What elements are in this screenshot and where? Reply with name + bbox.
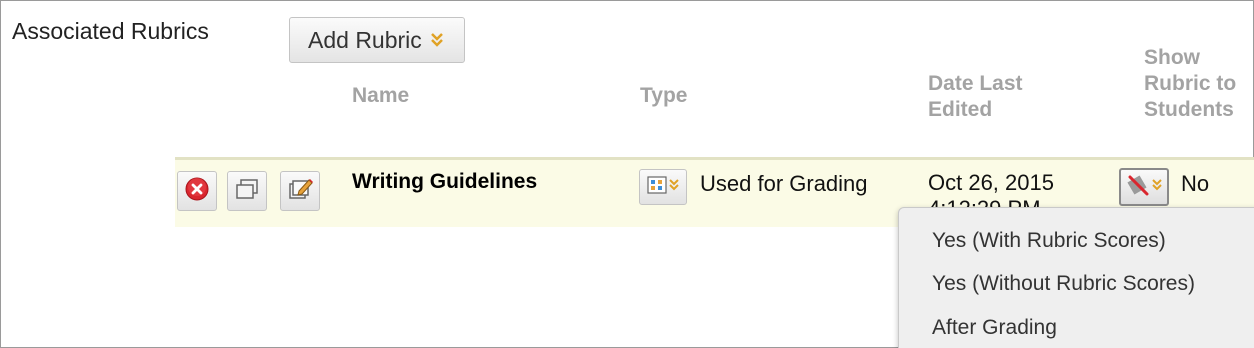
show-rubric-menu-button[interactable]	[1119, 168, 1169, 206]
menu-item-after-grading[interactable]: After Grading	[932, 316, 1057, 340]
type-menu-button[interactable]	[639, 169, 687, 205]
edit-icon	[286, 176, 314, 207]
show-rubric-dropdown: Yes (With Rubric Scores) Yes (Without Ru…	[898, 207, 1254, 348]
column-header-date[interactable]: Date Last Edited	[928, 71, 1068, 123]
edit-button[interactable]	[280, 171, 320, 211]
rubric-type: Used for Grading	[700, 171, 868, 196]
double-chevron-down-icon	[1151, 178, 1162, 197]
rubrics-panel: Associated Rubrics Add Rubric Name Type …	[0, 0, 1254, 348]
column-header-show[interactable]: Show Rubric to Students	[1144, 45, 1254, 123]
column-header-name[interactable]: Name	[352, 83, 409, 109]
show-rubric-value: No	[1181, 171, 1210, 196]
hidden-icon	[1126, 173, 1151, 202]
menu-item-yes-with-scores[interactable]: Yes (With Rubric Scores)	[932, 229, 1166, 253]
copy-button[interactable]	[227, 171, 267, 211]
add-rubric-label: Add Rubric	[308, 26, 422, 53]
double-chevron-down-icon	[430, 31, 444, 49]
delete-button[interactable]	[177, 171, 217, 211]
section-label: Associated Rubrics	[12, 18, 209, 44]
menu-item-yes-without-scores[interactable]: Yes (Without Rubric Scores)	[932, 272, 1195, 296]
grid-icon	[647, 175, 667, 199]
rubric-name: Writing Guidelines	[352, 170, 538, 193]
delete-icon	[184, 176, 210, 207]
double-chevron-down-icon	[669, 178, 679, 197]
column-header-type[interactable]: Type	[640, 83, 687, 109]
add-rubric-button[interactable]: Add Rubric	[289, 17, 465, 63]
copy-icon	[234, 177, 260, 206]
